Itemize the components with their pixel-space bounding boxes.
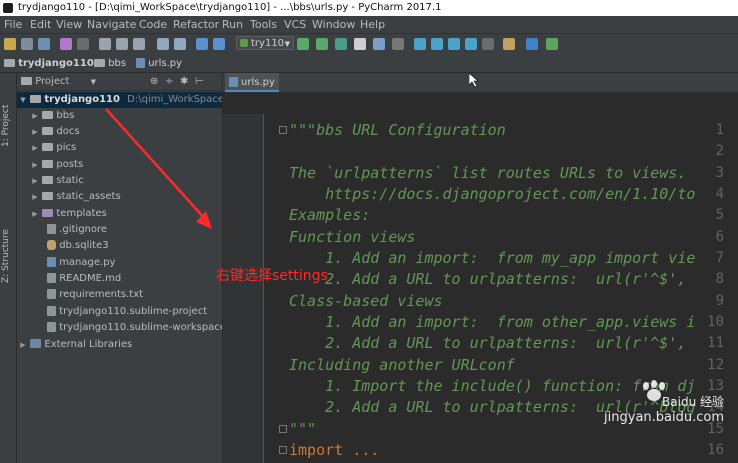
mouse-cursor-icon	[469, 73, 479, 87]
watermark-site: jingyan.baidu.com	[604, 410, 724, 425]
watermark: Baidu 经验 jingyan.baidu.com	[604, 393, 724, 425]
annotation-text: 右键选择settings	[216, 268, 328, 284]
watermark-brand: Baidu 经验	[662, 395, 724, 409]
